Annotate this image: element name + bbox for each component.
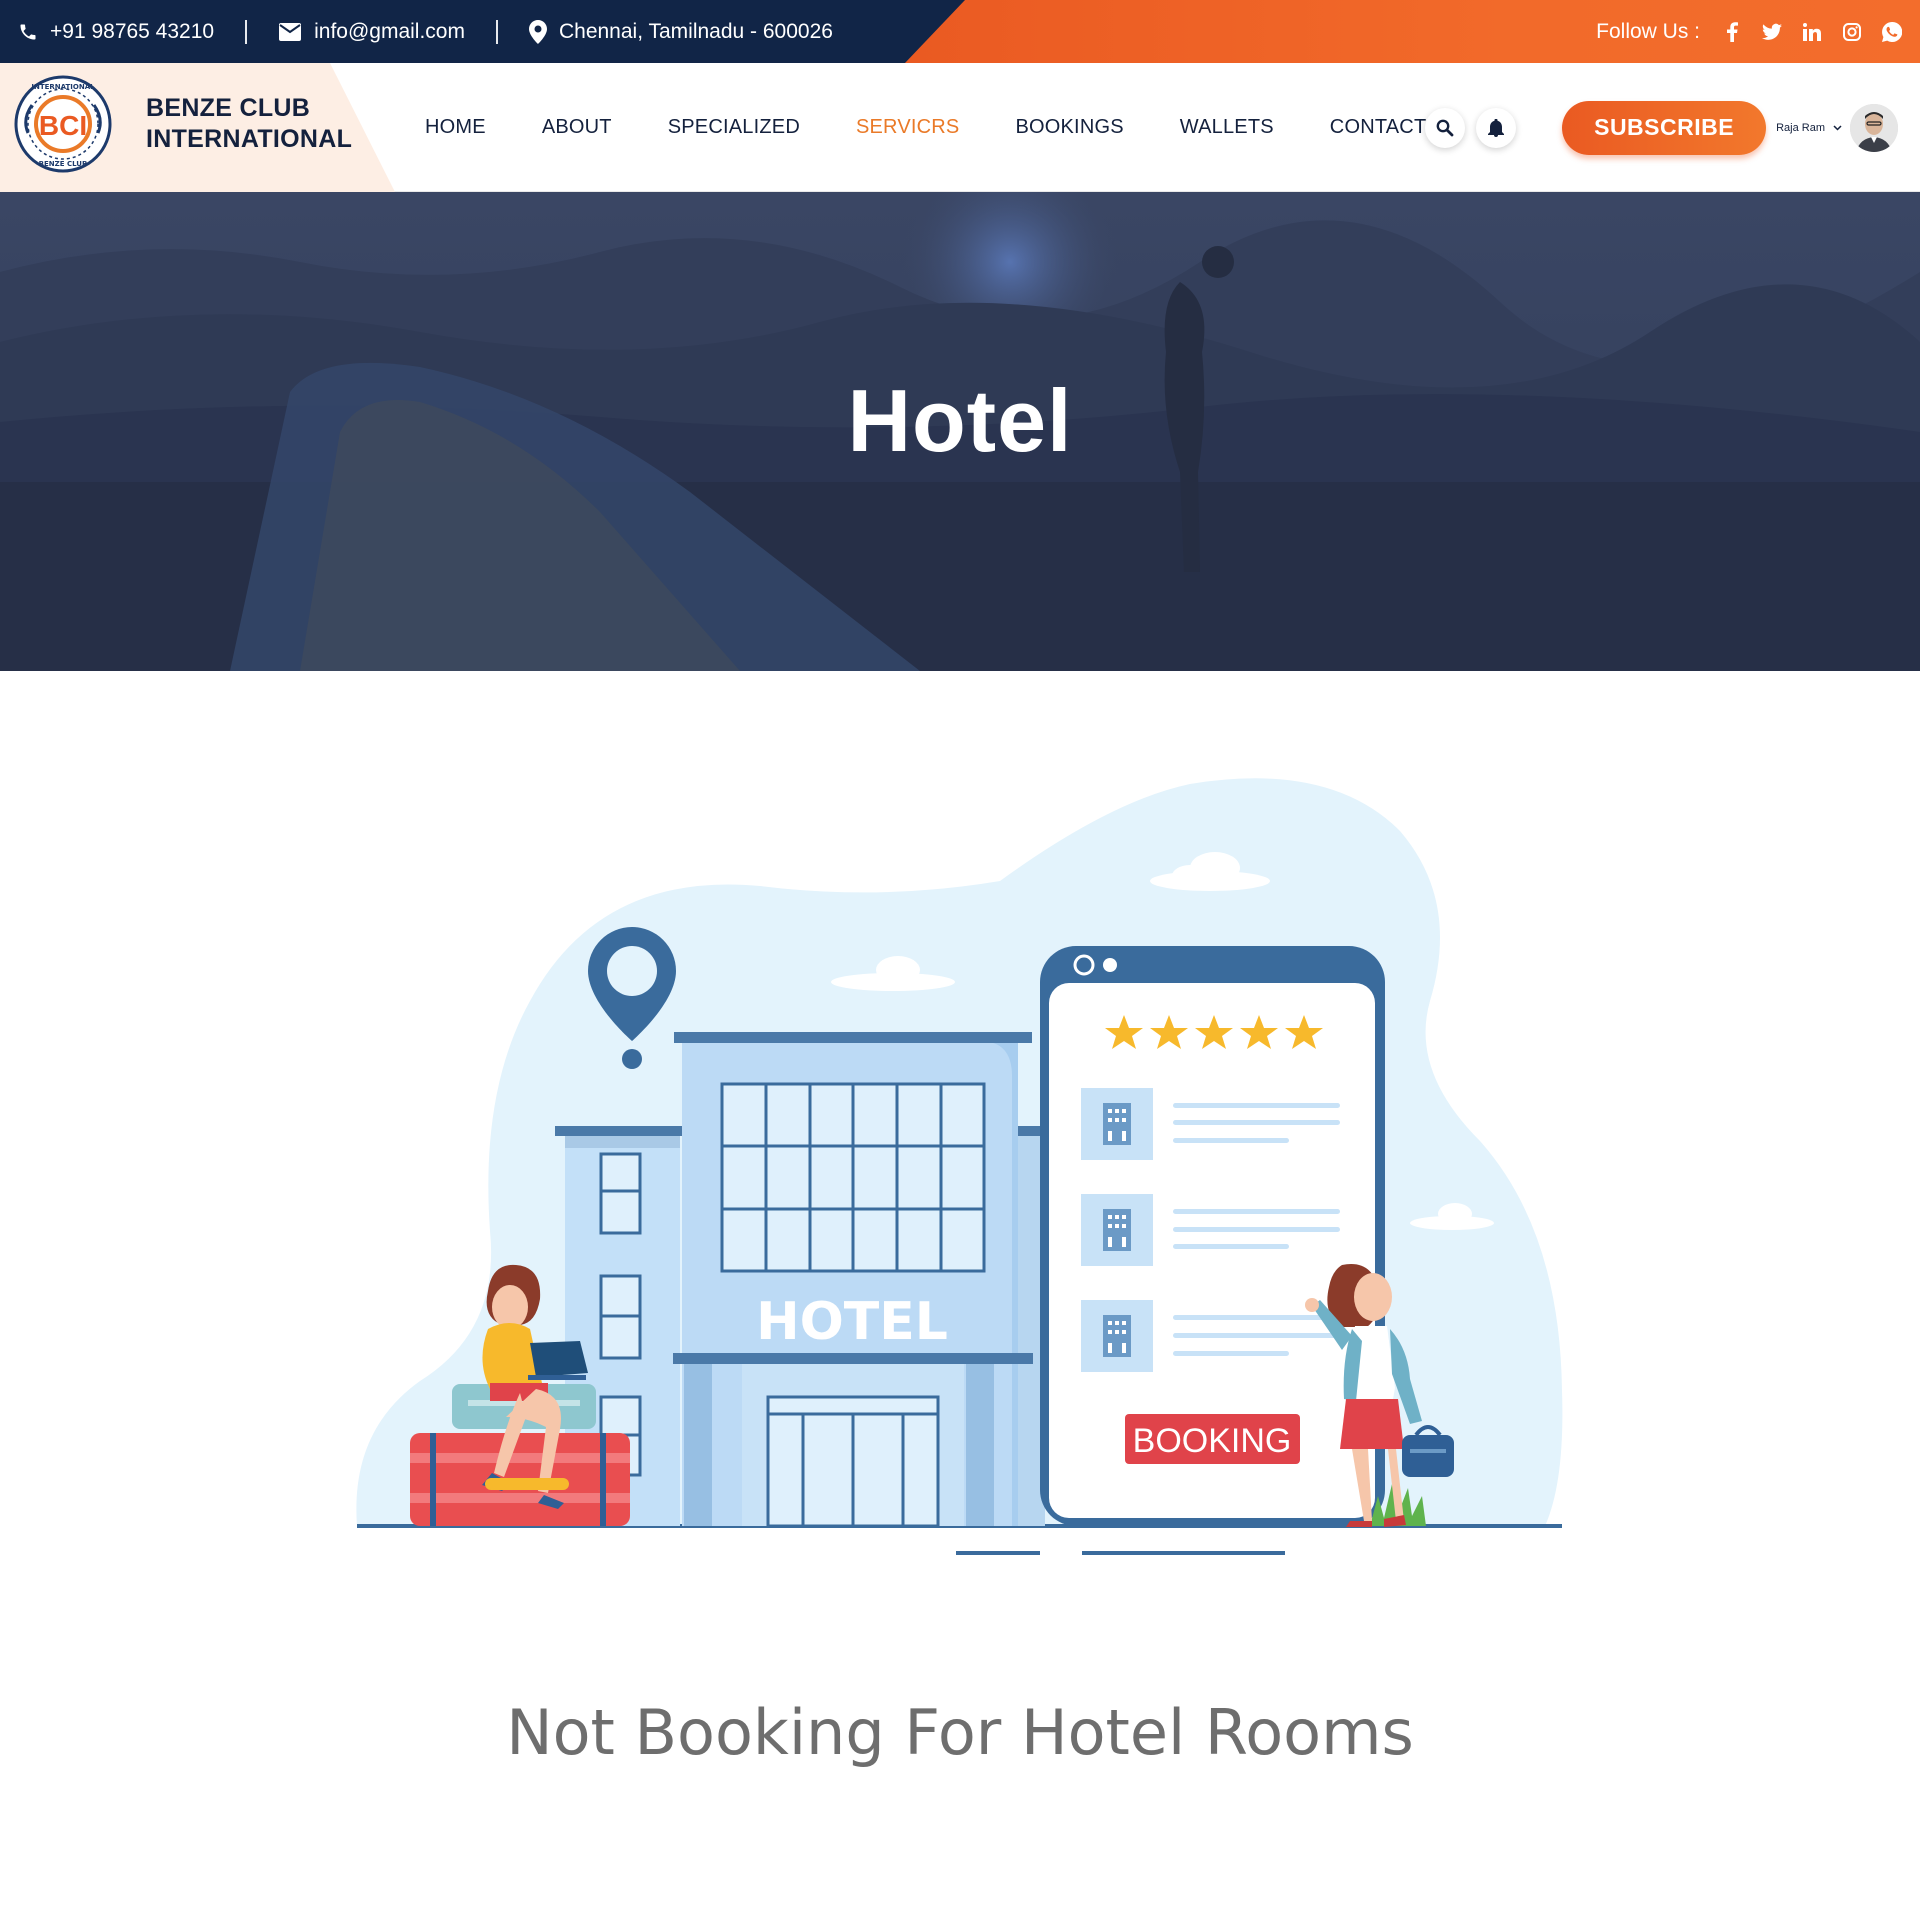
notification-button[interactable] [1476, 107, 1517, 148]
subscribe-button[interactable]: SUBSCRIBE [1562, 100, 1767, 155]
page-title: Hotel [847, 371, 1073, 470]
divider [245, 19, 248, 44]
brand[interactable]: BCI INTERNATIONAL BENZE CLUB BENZE CLUB … [14, 75, 352, 173]
hero-banner: Hotel [0, 192, 1920, 671]
hotel-windows [720, 1082, 986, 1273]
contact-address: Chennai, Tamilnadu - 600026 [528, 19, 833, 44]
mail-icon [279, 22, 302, 41]
logo-ring-bottom: BENZE CLUB [39, 160, 88, 168]
instagram-icon[interactable] [1842, 22, 1862, 42]
search-icon [1436, 119, 1454, 136]
facebook-icon[interactable] [1722, 21, 1742, 42]
nav-services[interactable]: SERVICRS [856, 116, 960, 139]
booking-label: BOOKING [1133, 1422, 1292, 1460]
avatar[interactable] [1850, 103, 1898, 152]
bell-icon [1488, 118, 1505, 137]
follow-label: Follow Us : [1596, 19, 1700, 43]
main-nav: HOME ABOUT SPECIALIZED SERVICRS BOOKINGS… [425, 63, 1426, 192]
contact-info: +91 98765 43210 info@gmail.com Chennai, … [18, 0, 833, 63]
chevron-down-icon [1833, 124, 1842, 131]
nav-bookings[interactable]: BOOKINGS [1015, 116, 1123, 139]
user-name: Raja Ram [1776, 121, 1825, 134]
header-tools: SUBSCRIBE Raja Ram [1425, 63, 1898, 192]
divider [495, 19, 498, 44]
booking-phone: BOOKING [1040, 946, 1385, 1526]
brand-name: BENZE CLUB INTERNATIONAL [146, 93, 352, 155]
brand-line-2: INTERNATIONAL [146, 125, 353, 153]
email-address: info@gmail.com [314, 19, 465, 43]
logo-ring-top: INTERNATIONAL [31, 83, 95, 91]
hotel-entrance [766, 1395, 940, 1528]
location-pin-icon [528, 19, 547, 44]
club-logo: BCI INTERNATIONAL BENZE CLUB [14, 75, 112, 173]
linkedin-icon[interactable] [1802, 22, 1822, 42]
brand-line-1: BENZE CLUB [146, 94, 311, 122]
nav-wallets[interactable]: WALLETS [1180, 116, 1274, 139]
nav-contact[interactable]: CONTACT [1330, 116, 1427, 139]
logo-monogram: BCI [39, 110, 87, 141]
top-contact-bar: +91 98765 43210 info@gmail.com Chennai, … [0, 0, 1920, 63]
twitter-icon[interactable] [1762, 22, 1782, 42]
nav-about[interactable]: ABOUT [542, 116, 612, 139]
hotel-sign: HOTEL [756, 1292, 948, 1352]
contact-email[interactable]: info@gmail.com [278, 20, 465, 44]
social-links [1722, 21, 1902, 42]
contact-phone[interactable]: +91 98765 43210 [18, 20, 214, 44]
empty-state-message: Not Booking For Hotel Rooms [506, 1696, 1414, 1769]
user-menu[interactable]: Raja Ram [1776, 103, 1898, 152]
whatsapp-icon[interactable] [1882, 21, 1902, 42]
site-header: BCI INTERNATIONAL BENZE CLUB BENZE CLUB … [0, 63, 1920, 192]
empty-state: HOTEL BOOKING Not Booking For Hotel Room… [0, 671, 1920, 1918]
search-button[interactable] [1425, 107, 1466, 148]
nav-home[interactable]: HOME [425, 116, 486, 139]
nav-specialized[interactable]: SPECIALIZED [668, 116, 800, 139]
phone-icon [20, 24, 36, 39]
phone-number: +91 98765 43210 [50, 19, 215, 43]
address-text: Chennai, Tamilnadu - 600026 [558, 19, 833, 43]
follow-us: Follow Us : [1596, 0, 1902, 63]
